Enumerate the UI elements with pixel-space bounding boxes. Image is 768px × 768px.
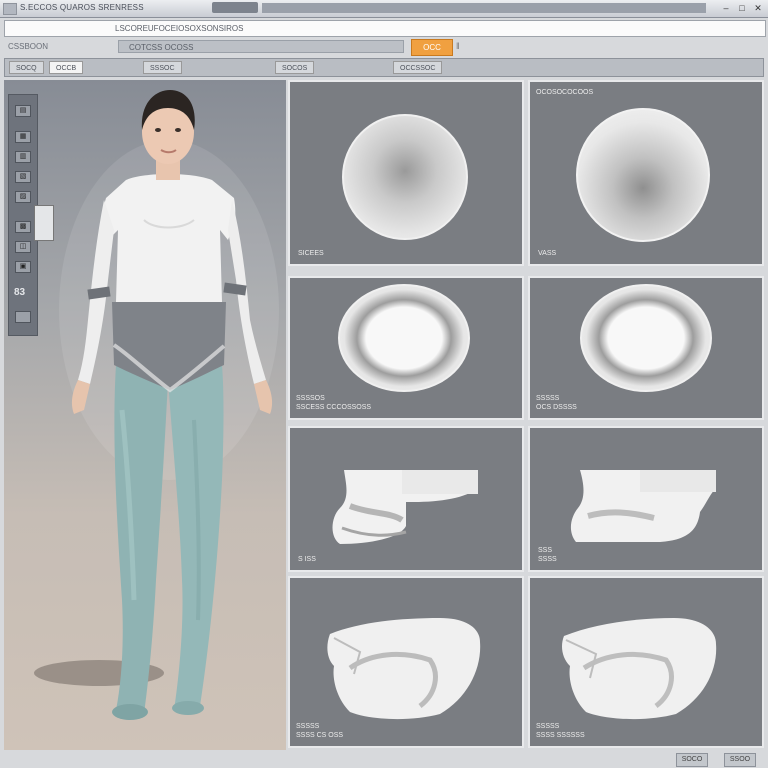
toolbar-separator: ‖ (456, 41, 460, 51)
tab-5[interactable]: OCCSSOC (393, 61, 443, 74)
toolbar-action-button[interactable]: OCC (411, 39, 453, 56)
scan-disc (576, 108, 710, 242)
minimize-button[interactable]: – (720, 3, 732, 13)
result-panel-3[interactable]: SSSSOS SSCESS CCCOSSOSS (288, 276, 524, 420)
bone-3d-view (562, 618, 717, 720)
tab-4[interactable]: SOCOS (275, 61, 315, 74)
panel-label: SSSSS SSSS SSSSSS (536, 723, 585, 739)
toolbar-label: CSSBOON (8, 42, 49, 51)
result-panel-4[interactable]: SSSSS OCS DSSSS (528, 276, 764, 420)
title-bar: S.ECCOS QUAROS SRENRESS – □ ✕ (0, 0, 768, 18)
result-panel-5[interactable]: S ISS (288, 426, 524, 572)
address-text: LSCOREUFOCEIOSOXSONSIROS (115, 24, 244, 33)
tab-3[interactable]: SSSOC (143, 61, 182, 74)
panel-label: S ISS (298, 556, 316, 563)
window-title: S.ECCOS QUAROS SRENRESS (20, 3, 144, 12)
bone-scan-view (570, 470, 716, 542)
maximize-button[interactable]: □ (736, 3, 748, 13)
bone-scan-view (332, 470, 478, 544)
panel-label: SSSSS OCS DSSSS (536, 395, 577, 411)
result-panel-2[interactable]: OCOSOCOCOOS VASS (528, 80, 764, 266)
result-panel-8[interactable]: SSSSS SSSS SSSSSS (528, 576, 764, 748)
footer-button-2[interactable]: SSOO (724, 753, 756, 767)
panel-label: SICEES (298, 250, 324, 257)
title-path-bar (262, 3, 706, 13)
panel-label: SSSSOS SSCESS CCCOSSOSS (296, 395, 372, 411)
title-tab[interactable] (212, 2, 258, 13)
footer-button-1[interactable]: SOCO (676, 753, 708, 767)
toolbar-field[interactable]: COTCSS OCOSS (118, 40, 404, 53)
toolbar: CSSBOON COTCSS OCOSS OCC ‖ (0, 38, 768, 56)
scan-disc (342, 114, 468, 240)
panel-title: OCOSOCOCOOS (536, 89, 594, 96)
result-panel-6[interactable]: SSS SSSS (528, 426, 764, 572)
close-button[interactable]: ✕ (752, 3, 764, 13)
scan-ring (338, 284, 470, 392)
body-model-figure[interactable] (4, 80, 286, 750)
tab-strip: SOCQ OCCB SSSOC SOCOS OCCSSOC (4, 58, 764, 77)
bone-3d-view (327, 618, 481, 720)
result-panel-1[interactable]: SICEES (288, 80, 524, 266)
app-icon (3, 3, 17, 15)
panel-label: SSS SSSS (538, 547, 557, 563)
scan-ring (580, 284, 712, 392)
model-viewport[interactable]: ▤ ▦ ▥ ▧ ▨ ▩ ◫ ▣ 83 (4, 80, 286, 750)
panel-label: SSSSS SSSS CS OSS (296, 723, 344, 739)
address-bar[interactable]: LSCOREUFOCEIOSOXSONSIROS (4, 20, 766, 37)
app-window: S.ECCOS QUAROS SRENRESS – □ ✕ LSCOREUFOC… (0, 0, 768, 768)
tab-1[interactable]: SOCQ (9, 61, 44, 74)
result-panel-7[interactable]: SSSSS SSSS CS OSS (288, 576, 524, 748)
tab-2[interactable]: OCCB (49, 61, 84, 74)
panel-label: VASS (538, 250, 557, 257)
